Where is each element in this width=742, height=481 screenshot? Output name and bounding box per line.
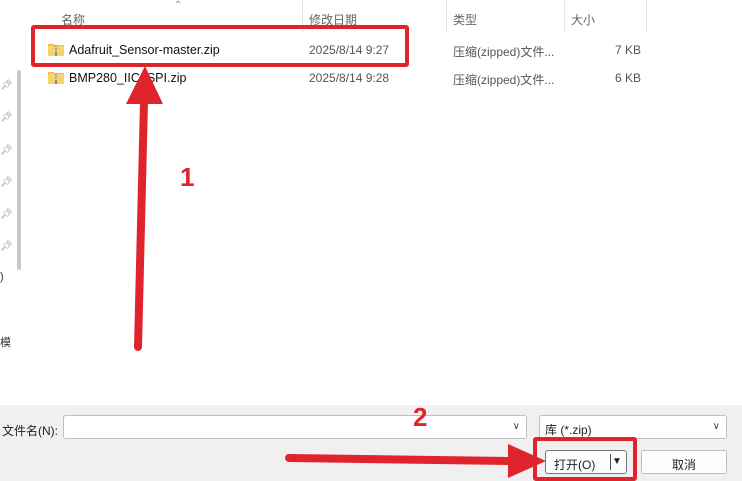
file-date: 2025/8/14 9:28	[309, 71, 390, 85]
file-type: 压缩(zipped)文件...	[453, 73, 555, 87]
highlight-box-open	[533, 437, 637, 481]
file-row[interactable]: BMP280_IIC_SPI.zip 2025/8/14 9:28 压缩(zip…	[28, 65, 742, 91]
zip-folder-icon	[48, 72, 64, 84]
chevron-down-icon: ∨	[712, 421, 720, 432]
step-number-2: 2	[413, 402, 428, 432]
pin-icon[interactable]: 📌︎	[0, 177, 13, 188]
pin-icon[interactable]: 📌︎	[0, 145, 13, 156]
column-type-label: 类型	[453, 13, 478, 27]
chevron-down-icon[interactable]: ∨	[513, 421, 520, 432]
pin-icon[interactable]: 📌︎	[0, 209, 13, 220]
cancel-button[interactable]: 取消	[641, 450, 727, 474]
filter-value: 库 (*.zip)	[545, 423, 592, 437]
column-type[interactable]: 类型	[447, 0, 565, 32]
navigation-pane: 📌︎ 📌︎ 📌︎ 📌︎ 📌︎ 📌︎ ) 模	[0, 0, 29, 405]
pin-icon[interactable]: 📌︎	[0, 112, 13, 123]
filename-label: 文件名(N):	[2, 424, 58, 438]
nav-scrollbar[interactable]	[17, 70, 21, 270]
file-size: 6 KB	[614, 71, 641, 85]
pin-icon[interactable]: 📌︎	[0, 80, 13, 91]
filename-input[interactable]: ∨	[63, 415, 527, 439]
file-name: BMP280_IIC_SPI.zip	[69, 71, 187, 85]
cancel-button-label: 取消	[671, 458, 696, 472]
pin-icon[interactable]: 📌︎	[0, 241, 13, 252]
nav-item-fragment[interactable]: 模	[0, 334, 11, 350]
file-type: 压缩(zipped)文件...	[453, 45, 555, 59]
highlight-box-file	[31, 25, 409, 67]
file-type-filter[interactable]: 库 (*.zip) ∨	[539, 415, 727, 439]
column-size-label: 大小	[571, 13, 596, 27]
file-size: 7 KB	[614, 43, 641, 57]
column-size[interactable]: 大小	[565, 0, 647, 32]
nav-item-fragment[interactable]: )	[0, 271, 4, 283]
step-number-1: 1	[180, 162, 195, 192]
